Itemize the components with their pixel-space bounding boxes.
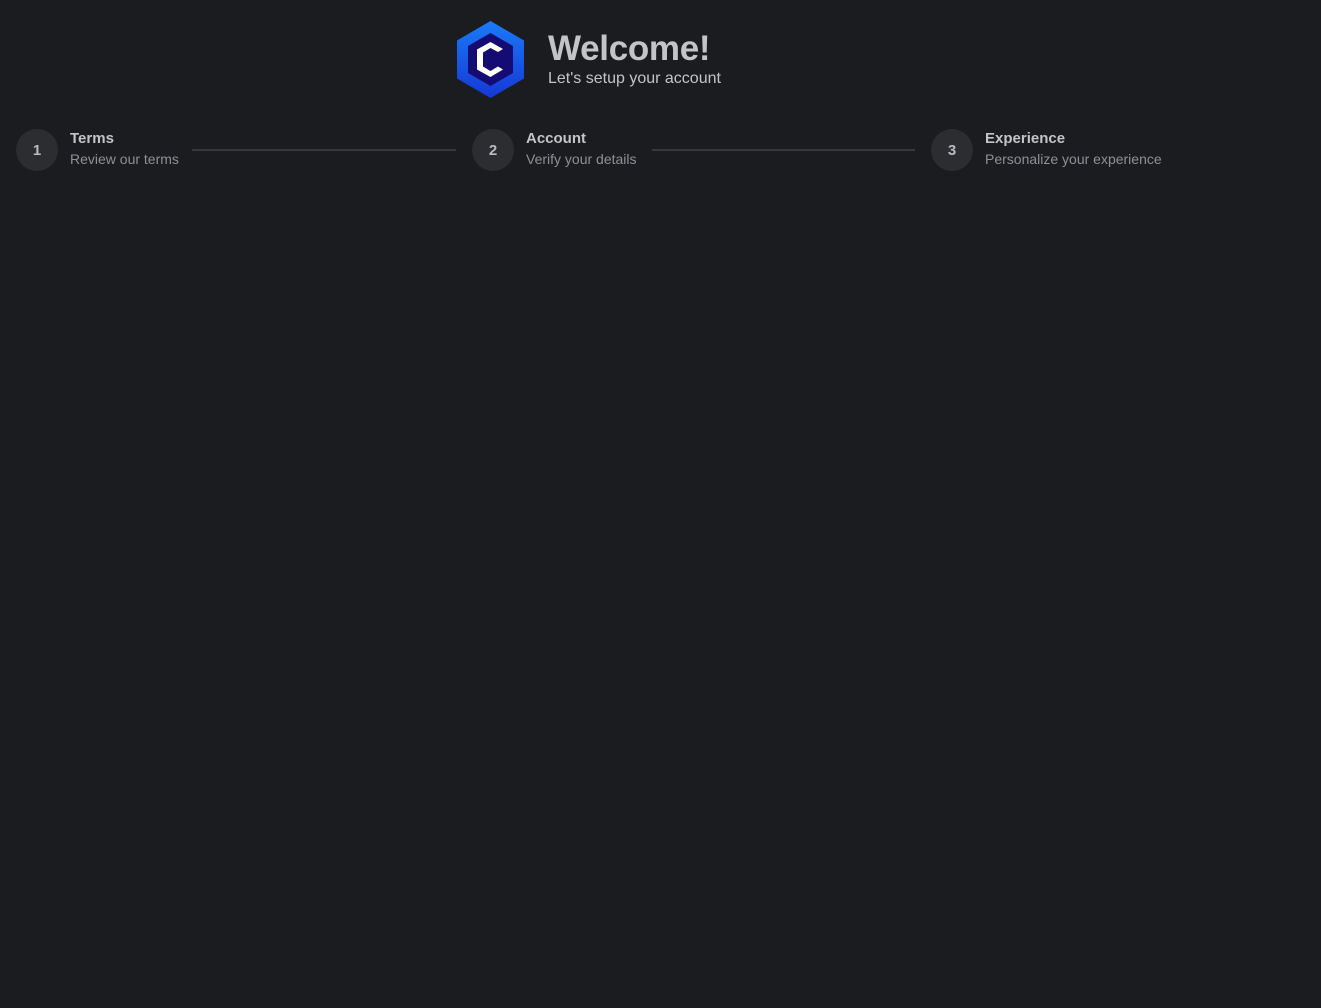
step-title: Account <box>526 129 586 147</box>
step-number-badge: 1 <box>16 129 58 171</box>
page-title: Welcome! <box>548 28 711 68</box>
step-description: Verify your details <box>526 150 637 167</box>
header-text: Welcome! Let's setup your account <box>548 28 721 89</box>
hexagon-c-logo-icon <box>457 21 524 98</box>
step-text: Terms Review our terms <box>70 129 179 168</box>
step-terms[interactable]: 1 Terms Review our terms <box>16 128 179 172</box>
step-description: Personalize your experience <box>985 150 1162 167</box>
step-connector-2 <box>652 149 915 151</box>
step-account[interactable]: 2 Account Verify your details <box>472 128 637 172</box>
step-experience[interactable]: 3 Experience Personalize your experience <box>931 128 1162 172</box>
step-connector-1 <box>192 149 456 151</box>
step-text: Account Verify your details <box>526 129 637 168</box>
step-title: Terms <box>70 129 114 147</box>
setup-stepper: 1 Terms Review our terms 2 Account Verif… <box>16 128 1216 172</box>
step-title: Experience <box>985 129 1066 147</box>
page-subtitle: Let's setup your account <box>548 69 721 87</box>
onboarding-page: Welcome! Let's setup your account 1 Term… <box>0 0 1321 1008</box>
step-description: Review our terms <box>70 150 179 167</box>
step-number-badge: 2 <box>472 129 514 171</box>
step-number-badge: 3 <box>931 129 973 171</box>
step-text: Experience Personalize your experience <box>985 129 1162 168</box>
welcome-header: Welcome! Let's setup your account <box>456 20 721 99</box>
